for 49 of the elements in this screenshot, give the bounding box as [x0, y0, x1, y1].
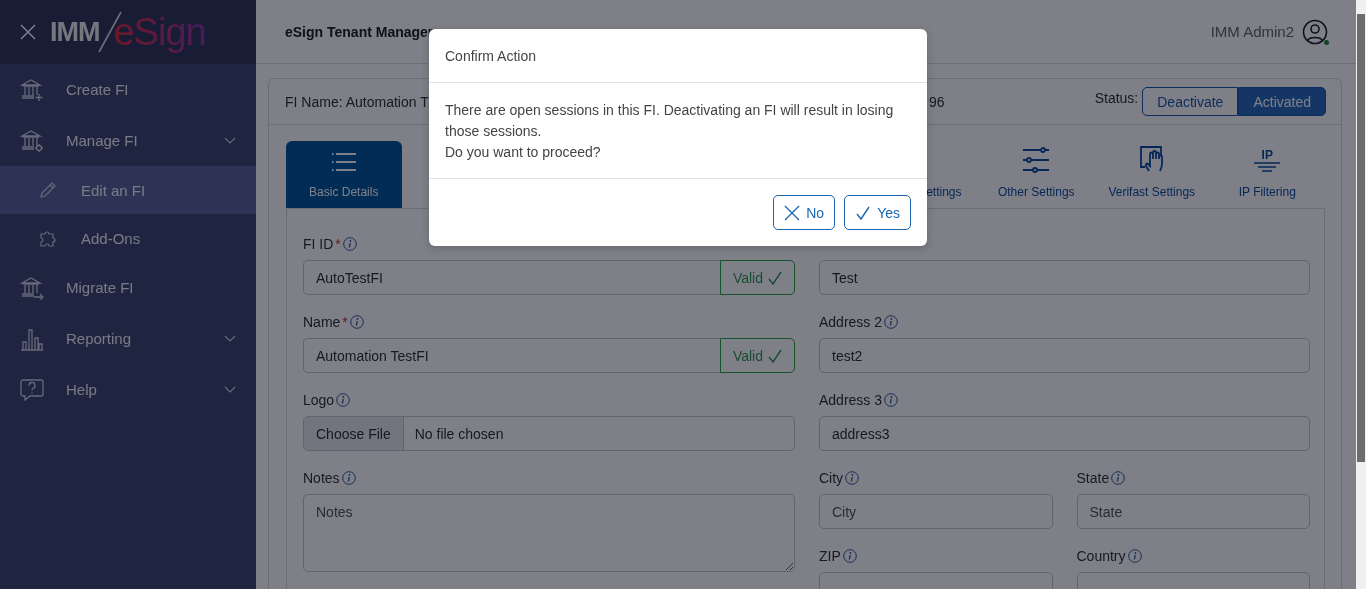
- sidebar-item[interactable]: Help: [0, 364, 256, 415]
- tab[interactable]: Other Settings: [978, 141, 1094, 208]
- field-label: Logo: [303, 391, 335, 408]
- valid-indicator: Valid: [719, 260, 795, 295]
- tab[interactable]: Basic Details: [286, 141, 402, 208]
- required-mark: *: [342, 313, 348, 330]
- text-field[interactable]: State: [1076, 494, 1310, 529]
- field-label: City: [819, 469, 844, 486]
- sidebar-item[interactable]: Migrate FI: [0, 262, 256, 313]
- sidebar-item[interactable]: Create FI: [0, 64, 256, 115]
- field-label: Country: [1076, 547, 1126, 564]
- sidebar-item[interactable]: Edit an FI: [0, 166, 256, 214]
- dialog-message: Do you want to proceed?: [445, 143, 602, 162]
- text-field[interactable]: Test: [819, 260, 1310, 295]
- text-field[interactable]: AutoTestFI: [303, 260, 720, 295]
- file-name-text: No file chosen: [413, 425, 504, 442]
- app-title: eSign Tenant Manager: [285, 23, 435, 40]
- yes-button[interactable]: Yes: [844, 195, 911, 230]
- user-name[interactable]: IMM Admin2: [1210, 23, 1294, 40]
- status-toggle-button[interactable]: Activated: [1238, 87, 1326, 116]
- status-toggle-button[interactable]: Deactivate: [1142, 87, 1239, 116]
- field-label: Address 3: [819, 391, 883, 408]
- no-button[interactable]: No: [773, 195, 836, 230]
- field-label: Notes: [303, 469, 340, 486]
- fi-name-text: FI Name: Automation T: [285, 93, 429, 110]
- text-field[interactable]: Automation TestFI: [303, 338, 720, 373]
- status-label: Status:: [1094, 90, 1139, 106]
- tab[interactable]: Verifast Settings: [1094, 141, 1210, 208]
- field-label: Address 2: [819, 313, 883, 330]
- sidebar-item[interactable]: Manage FI: [0, 115, 256, 166]
- logo: IMM eSign: [50, 10, 206, 54]
- sidebar-item[interactable]: Reporting: [0, 313, 256, 364]
- text-field[interactable]: address3: [819, 416, 1310, 451]
- field-label: FI ID: [303, 235, 334, 252]
- tab[interactable]: IP IP Filtering: [1209, 141, 1325, 208]
- choose-file-button[interactable]: Choose File: [304, 417, 404, 450]
- dialog-title: Confirm Action: [445, 47, 537, 64]
- file-field[interactable]: Choose File No file chosen: [303, 416, 795, 451]
- text-field[interactable]: test2: [819, 338, 1310, 373]
- field-label: ZIP: [819, 547, 841, 564]
- valid-indicator: Valid: [719, 338, 795, 373]
- text-field[interactable]: City: [819, 494, 1053, 529]
- fi-id-text: 96: [929, 93, 945, 110]
- required-mark: *: [335, 235, 341, 252]
- field-label: State: [1076, 469, 1110, 486]
- sidebar-item[interactable]: Add-Ons: [0, 214, 256, 262]
- dialog-message: There are open sessions in this FI. Deactivating an FI will result in losing those sessions.: [445, 101, 895, 141]
- field-label: Name: [303, 313, 341, 330]
- notes-field[interactable]: Notes: [303, 494, 795, 572]
